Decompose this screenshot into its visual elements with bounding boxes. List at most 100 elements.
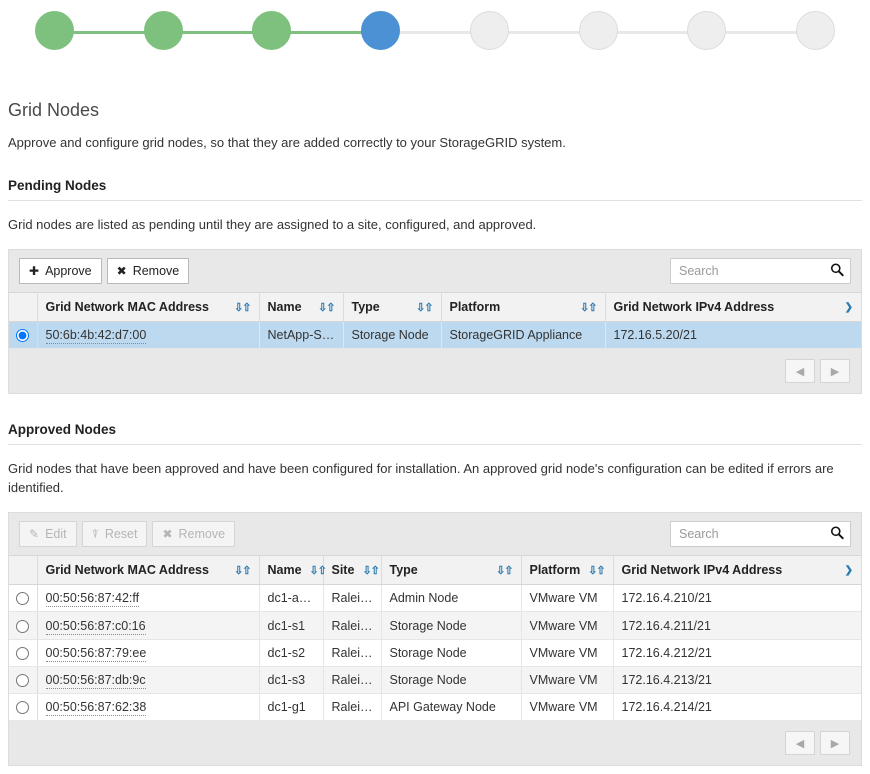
reset-button[interactable]: ⍒ Reset: [81, 520, 148, 548]
chevron-down-icon: ❯: [844, 564, 853, 576]
eraser-icon: ⍒: [91, 527, 99, 542]
sort-updown-icon: ⇩⇧: [318, 301, 335, 314]
row-radio-button[interactable]: [16, 619, 30, 633]
column-header-label: Type: [351, 300, 380, 315]
pending-search-box: [670, 257, 851, 284]
pending-prev-page-button[interactable]: ◀: [785, 359, 815, 384]
cell-name: dc1-s1: [259, 611, 324, 640]
column-header-label: Platform: [449, 300, 501, 315]
column-header-label: Type: [389, 563, 418, 578]
wizard-step-sites[interactable]: [109, 11, 218, 57]
cell-mac: 00:50:56:87:c0:16: [37, 611, 260, 640]
pending-nodes-table: Grid Network MAC Address ⇩⇧ Name ⇩⇧ Type ⇩⇧ Pl…: [9, 292, 861, 350]
cross-icon: ✖: [162, 527, 173, 542]
approved-column-header[interactable]: Platform ⇩⇧: [521, 555, 614, 586]
table-row[interactable]: 00:50:56:87:db:9c dc1-s3 Raleigh Storage No…: [9, 666, 861, 695]
wizard-step-summary[interactable]: [761, 11, 870, 57]
approved-nodes-description: Grid nodes that have been approved and h…: [8, 461, 834, 496]
column-header-label: Name: [267, 563, 302, 578]
cell-name: dc1-g1: [259, 693, 324, 722]
remove-approved-button[interactable]: ✖ Remove: [152, 520, 236, 548]
approved-column-header[interactable]: Site ⇩⇧: [323, 555, 382, 586]
pending-column-header[interactable]: Name ⇩⇧: [259, 292, 344, 323]
mac-address-value: 50:6b:4b:42:d7:00: [45, 328, 147, 345]
pending-column-header[interactable]: Grid Network MAC Address ⇩⇧: [37, 292, 260, 323]
row-radio-button[interactable]: [16, 646, 30, 660]
approved-table-body: 00:50:56:87:42:ff dc1-adm1 Raleigh Admin No…: [9, 584, 861, 722]
approved-column-header[interactable]: Name ⇩⇧: [259, 555, 327, 586]
edit-button[interactable]: ✎ Edit: [19, 520, 77, 548]
chevron-down-icon: ❯: [844, 301, 853, 313]
approve-button[interactable]: ✚ Approve: [19, 257, 102, 285]
row-radio-button[interactable]: [16, 592, 30, 606]
approved-toolbar-buttons: ✎ Edit ⍒ Reset ✖ Remove: [19, 520, 236, 548]
cell-site: Raleigh: [323, 639, 382, 667]
row-select-cell[interactable]: [9, 666, 38, 695]
remove-pending-button[interactable]: ✖ Remove: [106, 257, 190, 285]
approved-next-page-button[interactable]: ▶: [820, 731, 850, 756]
pending-column-header[interactable]: Type ⇩⇧: [343, 292, 442, 323]
wizard-step-bar: [0, 0, 870, 78]
approved-column-header[interactable]: Grid Network IPv4 Address ❯: [613, 555, 861, 586]
pending-nodes-description: Grid nodes are listed as pending until t…: [8, 217, 537, 232]
cell-mac: 50:6b:4b:42:d7:00: [37, 321, 260, 350]
approved-table-head: Grid Network MAC Address ⇩⇧ Name ⇩⇧ Site ⇩⇧ Ty…: [9, 555, 861, 586]
row-select-cell[interactable]: [9, 321, 38, 350]
cell-ipv4: 172.16.4.213/21: [613, 666, 861, 695]
pending-column-header[interactable]: Platform ⇩⇧: [441, 292, 606, 323]
pending-column-header[interactable]: Grid Network IPv4 Address ❯: [605, 292, 861, 323]
cross-icon: ✖: [116, 263, 127, 278]
approved-prev-page-button[interactable]: ◀: [785, 731, 815, 756]
pending-next-page-button[interactable]: ▶: [820, 359, 850, 384]
row-select-cell[interactable]: [9, 639, 38, 667]
row-select-cell[interactable]: [9, 611, 38, 640]
wizard-step-license[interactable]: [0, 11, 109, 57]
table-row[interactable]: 00:50:56:87:c0:16 dc1-s1 Raleigh Storage No…: [9, 611, 861, 640]
page-content: Grid Nodes Approve and configure grid no…: [0, 100, 870, 767]
approved-column-header[interactable]: Type ⇩⇧: [381, 555, 522, 586]
column-header-label: Grid Network MAC Address: [45, 300, 209, 315]
wizard-step-dns[interactable]: [544, 11, 653, 57]
table-row[interactable]: 00:50:56:87:79:ee dc1-s2 Raleigh Storage No…: [9, 639, 861, 667]
approved-nodes-toolbar: ✎ Edit ⍒ Reset ✖ Remove: [9, 512, 861, 556]
wizard-step-grid-nodes[interactable]: [326, 11, 435, 57]
column-header-label: Grid Network IPv4 Address: [613, 300, 775, 315]
page-description: Approve and configure grid nodes, so tha…: [8, 135, 566, 150]
cell-mac: 00:50:56:87:db:9c: [37, 666, 260, 695]
pending-toolbar-buttons: ✚ Approve ✖ Remove: [19, 257, 190, 285]
cell-mac: 00:50:56:87:62:38: [37, 693, 260, 722]
pending-header-row: Grid Network MAC Address ⇩⇧ Name ⇩⇧ Type ⇩⇧ Pl…: [9, 292, 861, 323]
pending-pagination: ◀ ▶: [9, 349, 861, 394]
row-radio-button[interactable]: [16, 674, 30, 688]
cell-platform: VMware VM: [521, 611, 614, 640]
row-select-cell[interactable]: [9, 693, 38, 722]
wizard-step-circle: [796, 11, 836, 50]
row-radio-button[interactable]: [16, 329, 30, 343]
row-select-cell[interactable]: [9, 584, 38, 613]
table-row[interactable]: 50:6b:4b:42:d7:00 NetApp-SGA Storage Node S…: [9, 321, 861, 350]
pending-table-body: 50:6b:4b:42:d7:00 NetApp-SGA Storage Node S…: [9, 321, 861, 350]
wizard-step-grid-network[interactable]: [218, 11, 327, 57]
wizard-step-ntp[interactable]: [435, 11, 544, 57]
approved-search-input[interactable]: [670, 521, 851, 548]
pending-nodes-panel: ✚ Approve ✖ Remove Search Grid Network M…: [8, 248, 862, 395]
approved-column-header[interactable]: Grid Network MAC Address ⇩⇧: [37, 555, 260, 586]
edit-button-label: Edit: [45, 526, 67, 541]
sort-updown-icon: ⇩⇧: [234, 564, 251, 577]
remove-approved-button-label: Remove: [178, 526, 226, 541]
table-row[interactable]: 00:50:56:87:42:ff dc1-adm1 Raleigh Admin No…: [9, 584, 861, 613]
wizard-step-passwords[interactable]: [653, 11, 762, 57]
sort-updown-icon: ⇩⇧: [588, 564, 605, 577]
sort-updown-icon: ⇩⇧: [416, 301, 433, 314]
table-row[interactable]: 00:50:56:87:62:38 dc1-g1 Raleigh API Gatewa…: [9, 693, 861, 722]
pencil-icon: ✎: [29, 527, 40, 542]
pending-search-input[interactable]: [670, 257, 851, 284]
row-radio-button[interactable]: [16, 701, 30, 715]
column-header-label: Site: [331, 563, 355, 578]
wizard-step-circle: [578, 11, 618, 50]
cell-ipv4: 172.16.4.214/21: [613, 693, 861, 722]
triangle-right-icon: ▶: [830, 365, 840, 378]
approved-search-box: [670, 521, 851, 548]
cell-mac: 00:50:56:87:79:ee: [37, 639, 260, 667]
cell-type: API Gateway Node: [381, 693, 522, 722]
